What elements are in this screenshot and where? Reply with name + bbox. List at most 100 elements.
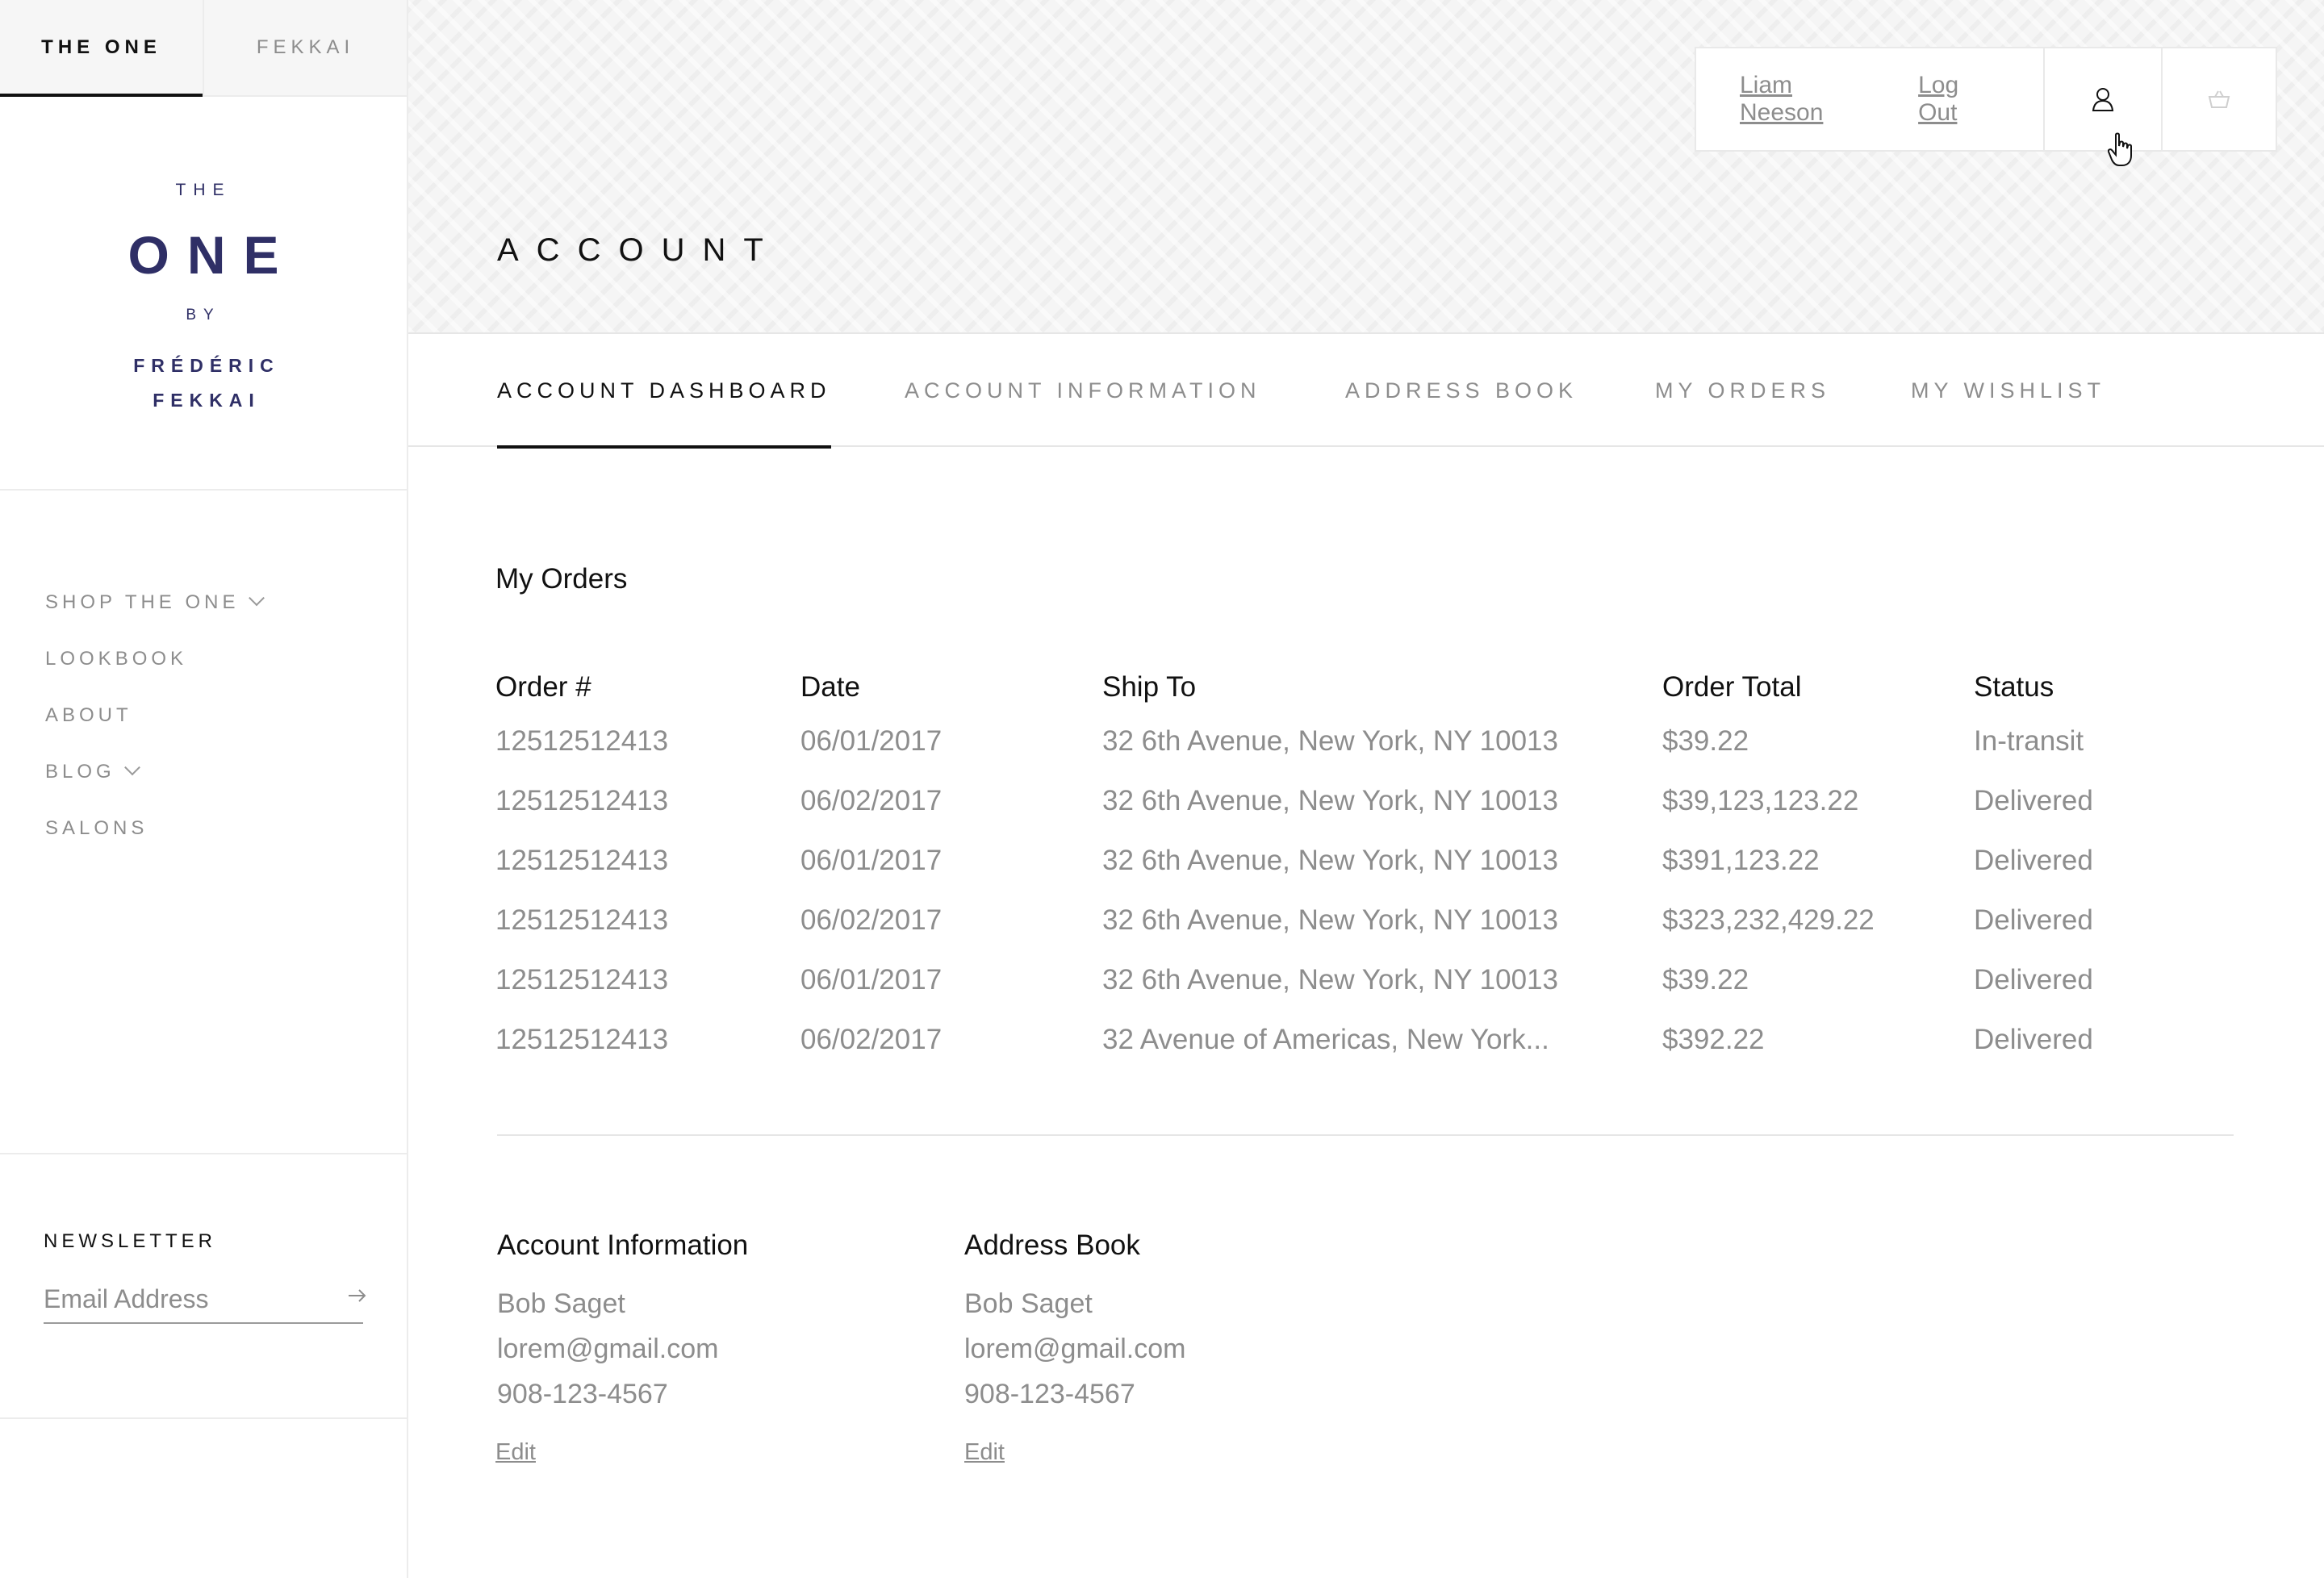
column-header-order-number: Order # bbox=[495, 671, 591, 703]
section-divider bbox=[497, 1134, 2234, 1136]
order-total-cell: $323,232,429.22 bbox=[1662, 904, 1875, 936]
table-row[interactable]: 12512512413 06/02/2017 32 Avenue of Amer… bbox=[495, 1010, 2235, 1070]
table-row[interactable]: 12512512413 06/02/2017 32 6th Avenue, Ne… bbox=[495, 891, 2235, 950]
status-cell: Delivered bbox=[1974, 785, 2093, 816]
sidebar-nav: SHOP THE ONE LOOKBOOK ABOUT BLOG SALONS bbox=[45, 574, 265, 857]
logo-fekkai: FEKKAI bbox=[153, 390, 261, 411]
address-book-block: Address Book Bob Saget lorem@gmail.com 9… bbox=[964, 1229, 1185, 1466]
account-information-edit-link[interactable]: Edit bbox=[495, 1439, 536, 1466]
newsletter-email-input[interactable] bbox=[44, 1275, 363, 1324]
ship-to-cell: 32 6th Avenue, New York, NY 10013 bbox=[1102, 845, 1558, 876]
order-number-cell: 12512512413 bbox=[495, 845, 669, 876]
brand-tabs: THE ONE FEKKAI bbox=[0, 0, 407, 97]
user-bar: Liam Neeson Log Out bbox=[1695, 47, 2277, 166]
column-header-date: Date bbox=[800, 671, 860, 703]
order-date-cell: 06/02/2017 bbox=[800, 904, 943, 936]
sidebar-item-label: SALONS bbox=[45, 817, 148, 839]
column-header-order-total: Order Total bbox=[1662, 671, 1802, 703]
hand-pointer-icon bbox=[2108, 132, 2132, 166]
sidebar-item-label: SHOP THE ONE bbox=[45, 591, 240, 613]
order-total-cell: $39.22 bbox=[1662, 725, 1749, 757]
table-row[interactable]: 12512512413 06/01/2017 32 6th Avenue, Ne… bbox=[495, 831, 2235, 891]
status-cell: Delivered bbox=[1974, 964, 2093, 996]
account-tabs: ACCOUNT DASHBOARD ACCOUNT INFORMATION AD… bbox=[408, 334, 2324, 449]
table-row[interactable]: 12512512413 06/01/2017 32 6th Avenue, Ne… bbox=[495, 712, 2235, 771]
tab-account-information[interactable]: ACCOUNT INFORMATION bbox=[905, 334, 1261, 447]
logo-the: THE bbox=[175, 181, 232, 199]
brand-tab-fekkai[interactable]: FEKKAI bbox=[204, 0, 407, 95]
account-button[interactable] bbox=[2045, 48, 2163, 166]
brand-tab-the-one[interactable]: THE ONE bbox=[0, 0, 204, 97]
basket-icon bbox=[2208, 90, 2230, 108]
table-row[interactable]: 12512512413 06/02/2017 32 6th Avenue, Ne… bbox=[495, 771, 2235, 831]
sidebar-item-blog[interactable]: BLOG bbox=[45, 744, 262, 800]
logo-frederic-fekkai: FRÉDÉRIC FEKKAI bbox=[127, 349, 280, 418]
sidebar-item-salons[interactable]: SALONS bbox=[45, 800, 262, 857]
order-date-cell: 06/02/2017 bbox=[800, 785, 943, 816]
logo-by: BY bbox=[186, 307, 221, 324]
status-cell: In-transit bbox=[1974, 725, 2084, 757]
order-date-cell: 06/01/2017 bbox=[800, 964, 943, 996]
tab-my-orders[interactable]: MY ORDERS bbox=[1655, 334, 1830, 447]
chevron-down-icon bbox=[248, 590, 265, 607]
address-book-title: Address Book bbox=[964, 1229, 1140, 1261]
address-email: lorem@gmail.com bbox=[964, 1334, 1186, 1364]
sidebar-item-about[interactable]: ABOUT bbox=[45, 687, 262, 744]
logo[interactable]: THE ONE BY FRÉDÉRIC FEKKAI bbox=[0, 97, 407, 491]
sidebar-item-shop-the-one[interactable]: SHOP THE ONE bbox=[45, 574, 265, 631]
logo-one: ONE bbox=[127, 225, 297, 285]
order-total-cell: $39.22 bbox=[1662, 964, 1749, 996]
sidebar-item-label: BLOG bbox=[45, 761, 115, 783]
account-information-title: Account Information bbox=[497, 1229, 749, 1261]
address-phone: 908-123-4567 bbox=[964, 1379, 1135, 1409]
order-number-cell: 12512512413 bbox=[495, 1024, 669, 1055]
order-number-cell: 12512512413 bbox=[495, 725, 669, 757]
order-total-cell: $391,123.22 bbox=[1662, 845, 1820, 876]
tab-account-dashboard[interactable]: ACCOUNT DASHBOARD bbox=[497, 334, 831, 449]
tab-my-wishlist[interactable]: MY WISHLIST bbox=[1911, 334, 2105, 447]
account-email: lorem@gmail.com bbox=[497, 1334, 719, 1364]
column-header-status: Status bbox=[1974, 671, 2054, 703]
status-cell: Delivered bbox=[1974, 845, 2093, 876]
page-header: Liam Neeson Log Out ACCOUNT bbox=[408, 0, 2324, 334]
sidebar-item-lookbook[interactable]: LOOKBOOK bbox=[45, 631, 262, 687]
address-book-edit-link[interactable]: Edit bbox=[964, 1439, 1005, 1466]
account-phone: 908-123-4567 bbox=[497, 1379, 668, 1409]
user-icon bbox=[2092, 88, 2114, 111]
order-total-cell: $392.22 bbox=[1662, 1024, 1765, 1055]
ship-to-cell: 32 Avenue of Americas, New York... bbox=[1102, 1024, 1549, 1055]
order-date-cell: 06/02/2017 bbox=[800, 1024, 943, 1055]
status-cell: Delivered bbox=[1974, 904, 2093, 936]
column-header-ship-to: Ship To bbox=[1102, 671, 1197, 703]
order-number-cell: 12512512413 bbox=[495, 904, 669, 936]
account-information-block: Account Information Bob Saget lorem@gmai… bbox=[495, 1229, 749, 1466]
ship-to-cell: 32 6th Avenue, New York, NY 10013 bbox=[1102, 725, 1558, 757]
newsletter-title: NEWSLETTER bbox=[44, 1230, 217, 1252]
ship-to-cell: 32 6th Avenue, New York, NY 10013 bbox=[1102, 904, 1558, 936]
user-links: Liam Neeson Log Out bbox=[1696, 48, 2045, 150]
order-date-cell: 06/01/2017 bbox=[800, 845, 943, 876]
sidebar: THE ONE FEKKAI THE ONE BY FRÉDÉRIC FEKKA… bbox=[0, 0, 408, 1578]
table-header-row: Order # Date Ship To Order Total Status bbox=[495, 663, 2235, 712]
table-row[interactable]: 12512512413 06/01/2017 32 6th Avenue, Ne… bbox=[495, 950, 2235, 1010]
order-date-cell: 06/01/2017 bbox=[800, 725, 943, 757]
tab-address-book[interactable]: ADDRESS BOOK bbox=[1345, 334, 1578, 447]
user-name-link[interactable]: Liam Neeson bbox=[1740, 72, 1875, 127]
logout-link[interactable]: Log Out bbox=[1918, 72, 2000, 127]
cart-button[interactable] bbox=[2163, 48, 2276, 150]
status-cell: Delivered bbox=[1974, 1024, 2093, 1055]
sidebar-item-label: ABOUT bbox=[45, 704, 132, 726]
ship-to-cell: 32 6th Avenue, New York, NY 10013 bbox=[1102, 964, 1558, 996]
chevron-down-icon bbox=[123, 759, 140, 776]
my-orders-title: My Orders bbox=[495, 563, 628, 595]
page-title: ACCOUNT bbox=[497, 232, 781, 268]
address-name: Bob Saget bbox=[964, 1288, 1093, 1319]
ship-to-cell: 32 6th Avenue, New York, NY 10013 bbox=[1102, 785, 1558, 816]
logo-frederic: FRÉDÉRIC bbox=[133, 355, 280, 376]
arrow-right-icon[interactable] bbox=[345, 1284, 370, 1308]
account-name: Bob Saget bbox=[497, 1288, 625, 1319]
order-total-cell: $39,123,123.22 bbox=[1662, 785, 1859, 816]
orders-table: Order # Date Ship To Order Total Status … bbox=[495, 663, 2235, 1070]
order-number-cell: 12512512413 bbox=[495, 964, 669, 996]
newsletter: NEWSLETTER bbox=[0, 1153, 407, 1419]
